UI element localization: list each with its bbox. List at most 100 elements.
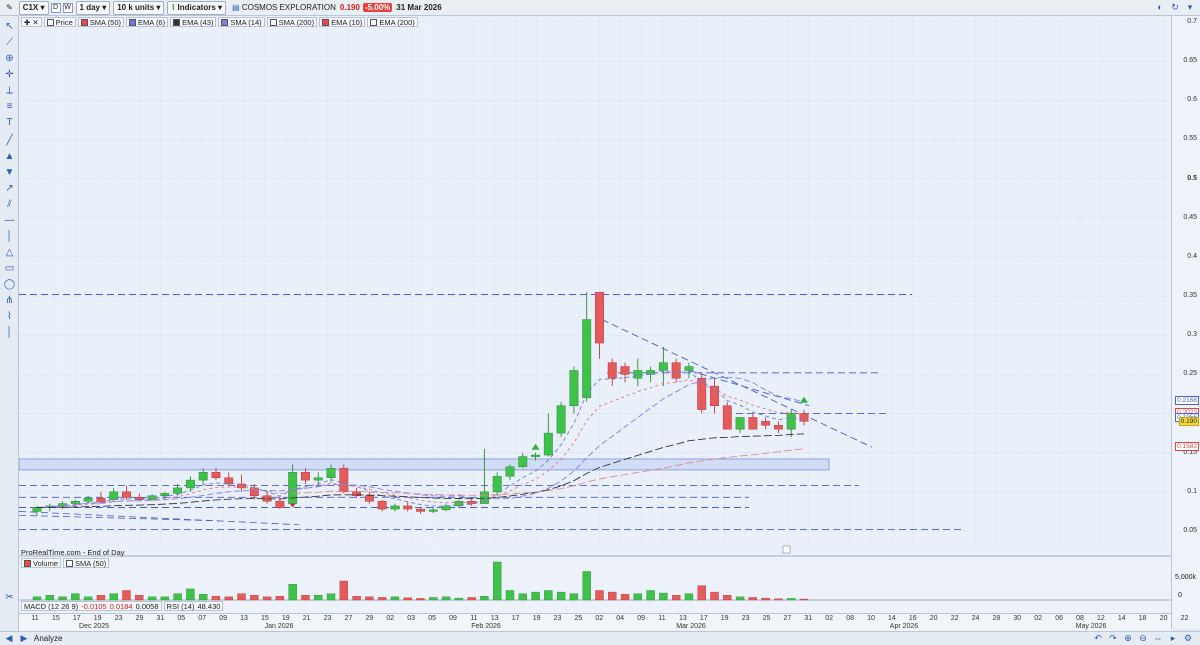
pencil-icon[interactable]: ✎ xyxy=(3,1,16,15)
play-icon[interactable]: ▶ xyxy=(18,633,30,644)
price-axis[interactable]: 0.70.650.60.550.50.450.40.350.30.250.20.… xyxy=(1171,16,1200,629)
rsi-legend[interactable]: RSI (14) 48.430 xyxy=(163,601,224,611)
volume-swatch xyxy=(24,559,31,567)
undo-icon[interactable]: ↶ xyxy=(1092,633,1104,644)
redo-icon[interactable]: ↷ xyxy=(1107,633,1119,644)
candle-body xyxy=(620,366,630,375)
volume-bar xyxy=(135,595,144,601)
volume-label: Volume xyxy=(33,558,59,568)
candle-body xyxy=(339,468,349,493)
indicators-button[interactable]: ⌇ Indicators ▾ xyxy=(167,0,227,15)
arrow-icon[interactable]: ↗ xyxy=(3,182,16,195)
legend-swatch xyxy=(221,18,229,26)
crosshair-icon[interactable]: ✛ xyxy=(3,68,16,81)
scroll-left-icon[interactable]: ◀ xyxy=(3,633,15,644)
units-selector[interactable]: 10 k units ▾ xyxy=(113,0,165,15)
date-tick: 04 xyxy=(616,615,625,622)
candle-body xyxy=(671,362,681,379)
fit-icon[interactable]: ⇔ xyxy=(1152,633,1164,644)
separator-icon[interactable]: │ xyxy=(3,326,16,339)
date-tick: 15 xyxy=(51,615,60,622)
candle-body xyxy=(185,479,195,489)
date-tick: 02 xyxy=(386,615,395,622)
legend-label: EMA (43) xyxy=(182,17,214,27)
menu-icon[interactable]: ▾ xyxy=(1184,2,1196,13)
fibonacci-icon[interactable]: ≡ xyxy=(3,100,16,113)
volume-bar xyxy=(262,596,272,601)
zoom-out-icon[interactable]: ⊖ xyxy=(1137,633,1149,644)
trendline-icon[interactable]: ╱ xyxy=(3,134,16,147)
volume-bar xyxy=(96,595,106,601)
candle-body xyxy=(211,472,221,479)
price-tick: 0.5 xyxy=(1187,174,1197,182)
volume-bar xyxy=(608,591,617,601)
volume-bar xyxy=(620,594,630,601)
drawing-tools-sidebar: ↖ ⟋ ⊕ ✛ ⟂ ≡ T ╱ ▲ ▼ ↗ ⫽ ― │ △ ▭ ◯ ⋔ ⌇ │ … xyxy=(0,16,19,645)
arrow-down-icon[interactable]: ▼ xyxy=(3,166,16,179)
price-tick: 0.25 xyxy=(1183,370,1197,378)
weekly-button[interactable]: W xyxy=(62,2,73,13)
legend-label: SMA (14) xyxy=(230,17,262,27)
legend-item[interactable]: SMA (50) xyxy=(77,17,125,27)
daily-button[interactable]: D xyxy=(50,2,61,13)
legend-item[interactable]: EMA (200) xyxy=(367,17,418,27)
candle-body xyxy=(109,491,119,500)
chart-area[interactable] xyxy=(19,16,1171,629)
indicators-label: Indicators xyxy=(177,3,216,12)
volume-bar xyxy=(416,598,425,601)
volume-bar xyxy=(314,595,323,601)
volume-bar xyxy=(659,592,668,601)
legend-item[interactable]: EMA (10) xyxy=(319,17,366,27)
refresh-icon[interactable]: ↻ xyxy=(1169,2,1181,13)
zoom-icon[interactable]: ⊕ xyxy=(3,52,16,65)
volume-bar xyxy=(237,593,246,601)
date-tick: 06 xyxy=(1055,615,1063,622)
measure-icon[interactable]: ⟂ xyxy=(3,84,16,97)
symbol-selector[interactable]: C1X ▾ xyxy=(18,0,49,15)
legend-swatch xyxy=(173,18,181,26)
scissors-icon[interactable]: ✂ xyxy=(3,591,16,604)
legend-label: SMA (200) xyxy=(278,17,315,27)
price-tag: 0.190 xyxy=(1178,417,1199,427)
volume-bar xyxy=(671,595,681,601)
ruler-icon[interactable]: ⟋ xyxy=(3,36,16,49)
legend-item[interactable]: Price xyxy=(43,17,76,27)
rectangle-icon[interactable]: ▭ xyxy=(3,262,16,275)
date-axis[interactable]: 11 15 17 19 23 29 31 05 07 09 13 15 19 21 23 27 29 02 03 05… xyxy=(19,613,1188,631)
legend-item[interactable]: SMA (200) xyxy=(266,17,318,27)
zoom-in-icon[interactable]: ⊕ xyxy=(1122,633,1134,644)
arrow-up-icon[interactable]: ▲ xyxy=(3,150,16,163)
candle-body xyxy=(70,500,80,504)
volume-sma-legend[interactable]: SMA (50) xyxy=(63,558,110,568)
legend-item[interactable]: EMA (6) xyxy=(126,17,169,27)
ellipse-icon[interactable]: ◯ xyxy=(3,278,16,291)
triangle-icon[interactable]: △ xyxy=(3,246,16,259)
settings-icon[interactable]: ⚙ xyxy=(1182,633,1194,644)
apple-icon[interactable]: ◐ xyxy=(1154,2,1166,13)
horizontal-line-icon[interactable]: ― xyxy=(3,214,16,227)
legend-item[interactable]: EMA (43) xyxy=(170,17,217,27)
legend-label: EMA (6) xyxy=(138,17,166,27)
channel-icon[interactable]: ⫽ xyxy=(3,198,16,211)
period-selector[interactable]: 1 day ▾ xyxy=(75,0,111,15)
trend-line xyxy=(688,370,810,407)
vertical-line-icon[interactable]: │ xyxy=(3,230,16,243)
volume-bar xyxy=(429,597,438,601)
analyze-button[interactable]: Analyze xyxy=(34,634,62,643)
price-chart[interactable] xyxy=(19,16,1171,613)
volume-legend[interactable]: Volume xyxy=(21,558,62,568)
legend-controls[interactable]: ✚ ✕ xyxy=(21,17,42,27)
volume-bar xyxy=(365,596,374,601)
cursor-icon[interactable]: ↖ xyxy=(3,20,16,33)
moving-average-line xyxy=(36,370,805,508)
legend-item[interactable]: SMA (14) xyxy=(218,17,265,27)
volume-bar xyxy=(710,591,719,601)
polyline-icon[interactable]: ⌇ xyxy=(3,310,16,323)
candle-body xyxy=(32,507,42,512)
macd-legend[interactable]: MACD (12 26 9) -0.0105 0.0184 0.0058 xyxy=(21,601,162,611)
text-icon[interactable]: T xyxy=(3,116,16,129)
bottom-right-icons: ↶ ↷ ⊕ ⊖ ⇔ ▸ ⚙ xyxy=(1089,633,1194,644)
pitchfork-icon[interactable]: ⋔ xyxy=(3,294,16,307)
volume-bar xyxy=(505,590,515,601)
scroll-right-icon[interactable]: ▸ xyxy=(1167,633,1179,644)
